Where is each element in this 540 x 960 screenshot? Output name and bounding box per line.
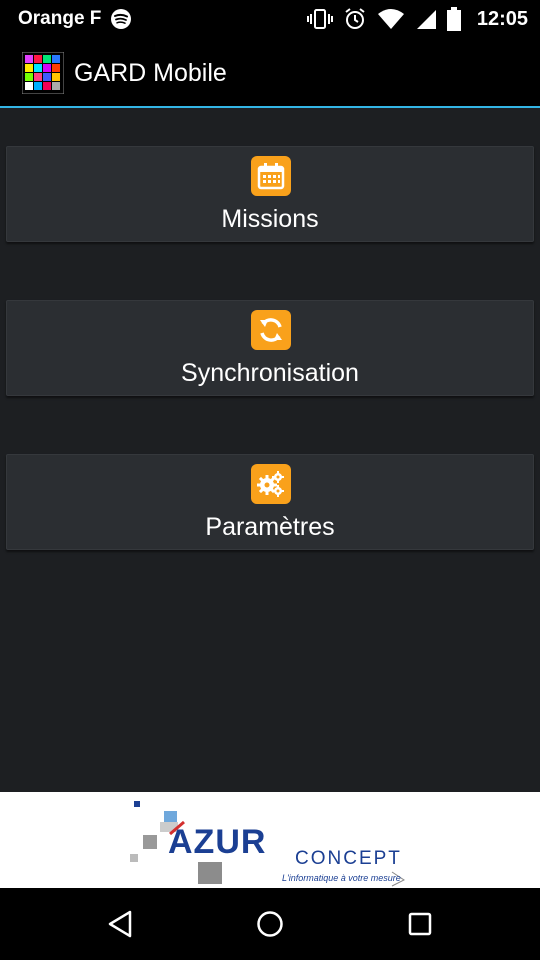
- azur-logo-graphic: [130, 801, 405, 887]
- calendar-icon: [251, 156, 291, 196]
- ad-brand-suffix: CONCEPT: [295, 848, 402, 869]
- spotify-icon: [110, 8, 132, 30]
- ad-banner[interactable]: [0, 792, 540, 888]
- battery-icon: [446, 7, 461, 31]
- back-icon[interactable]: [102, 906, 138, 942]
- ad-brand: AZUR: [168, 823, 267, 861]
- wifi-icon: [377, 8, 405, 30]
- status-bar: Orange F 12:05: [0, 0, 540, 38]
- ad-tagline: L'informatique à votre mesure: [282, 873, 401, 883]
- clock: 12:05: [476, 7, 528, 30]
- carrier-name: Orange F: [18, 8, 102, 29]
- recents-icon[interactable]: [402, 906, 438, 942]
- sync-icon: [251, 310, 291, 350]
- synchronisation-button[interactable]: Synchronisation: [6, 300, 534, 396]
- alarm-icon: [343, 7, 367, 31]
- action-bar: GARD Mobile: [0, 38, 540, 108]
- parametres-label: Paramètres: [205, 513, 335, 541]
- app-logo-icon: [21, 51, 65, 95]
- missions-button[interactable]: Missions: [6, 146, 534, 242]
- vibrate-icon: [306, 8, 333, 30]
- signal-icon: [415, 8, 437, 30]
- app-title: GARD Mobile: [74, 59, 227, 87]
- parametres-button[interactable]: Paramètres: [6, 454, 534, 550]
- home-icon[interactable]: [252, 906, 288, 942]
- navigation-bar: [0, 888, 540, 960]
- missions-label: Missions: [221, 205, 319, 233]
- synchronisation-label: Synchronisation: [181, 359, 359, 387]
- gears-icon: [251, 464, 291, 504]
